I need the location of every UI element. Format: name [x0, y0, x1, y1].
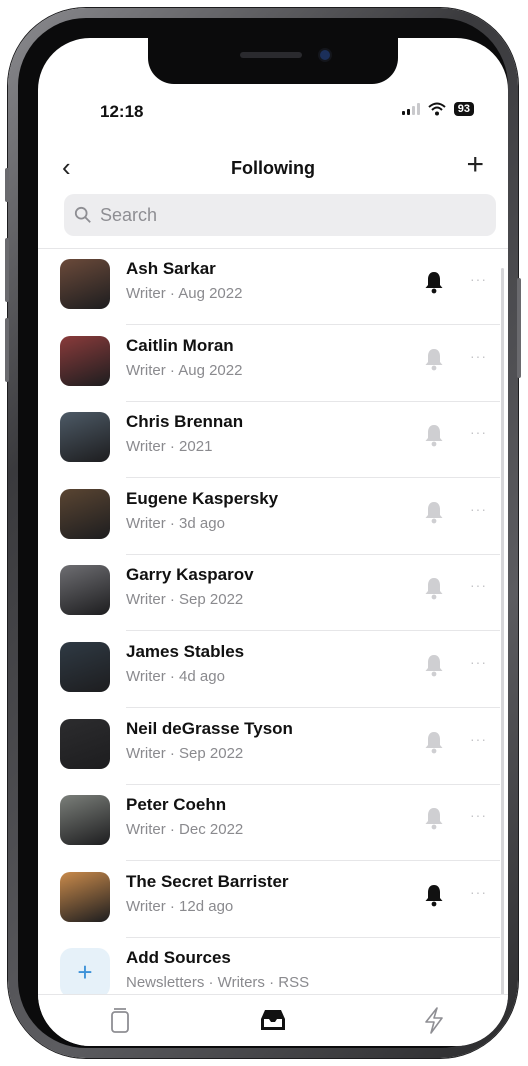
avatar: [60, 488, 110, 539]
bell-icon[interactable]: [422, 499, 446, 525]
add-sources-label: Add Sources: [126, 948, 231, 968]
avatar: [60, 565, 110, 616]
front-camera: [320, 50, 330, 60]
list-item[interactable]: James Stables Writer · 4d ago ···: [38, 632, 500, 708]
bolt-icon[interactable]: [414, 1005, 454, 1035]
writer-name: Peter Coehn: [126, 795, 227, 815]
writer-name: James Stables: [126, 642, 245, 661]
volume-down-button: [5, 318, 9, 382]
cellular-signal-icon: [401, 103, 420, 115]
search-icon: [74, 206, 91, 223]
bell-icon[interactable]: [422, 729, 446, 755]
status-icons: 93: [401, 102, 474, 116]
list-item[interactable]: The Secret Barrister Writer · 12d ago ··…: [38, 862, 500, 938]
avatar: [60, 871, 110, 922]
inbox-icon[interactable]: [253, 1005, 293, 1035]
scrollbar[interactable]: [501, 268, 504, 1008]
list-item[interactable]: Neil deGrasse Tyson Writer · Sep 2022 ··…: [38, 709, 500, 785]
bell-icon[interactable]: [422, 346, 446, 372]
more-icon[interactable]: ···: [470, 731, 487, 747]
bell-icon[interactable]: [422, 805, 446, 831]
writer-subtitle: Writer · Aug 2022: [126, 285, 243, 302]
writer-subtitle: Writer · 4d ago: [126, 668, 225, 685]
writer-name: Ash Sarkar: [126, 259, 216, 278]
avatar: [60, 718, 110, 769]
writer-name: Eugene Kaspersky: [126, 488, 279, 508]
avatar: [60, 335, 110, 386]
writer-subtitle: Writer · Dec 2022: [126, 821, 244, 839]
power-button: [517, 278, 521, 378]
add-icon: +: [60, 948, 110, 999]
writer-subtitle: Writer · Aug 2022: [126, 361, 243, 379]
library-icon[interactable]: [100, 1005, 140, 1035]
list-item[interactable]: Caitlin Moran Writer · Aug 2022 ···: [38, 326, 500, 402]
writer-subtitle: Writer · 2021: [126, 438, 213, 456]
avatar: [60, 795, 110, 846]
bell-icon[interactable]: [422, 269, 446, 295]
bell-icon[interactable]: [422, 422, 446, 448]
writer-name: Caitlin Moran: [126, 335, 234, 355]
tab-bar: [38, 994, 508, 1046]
writer-name: The Secret Barrister: [126, 871, 289, 891]
phone-frame: 12:18 93 ‹ Following + Ash: [5, 8, 521, 1058]
more-icon[interactable]: ···: [470, 884, 487, 900]
side-button: [5, 168, 9, 202]
writer-name: Garry Kasparov: [126, 565, 254, 585]
more-icon[interactable]: ···: [470, 348, 487, 364]
add-sources-subtitle: Newsletters · Writers · RSS: [126, 974, 310, 992]
list-item[interactable]: Peter Coehn Writer · Dec 2022 ···: [38, 785, 500, 862]
more-icon[interactable]: ···: [470, 807, 487, 823]
volume-up-button: [5, 238, 9, 302]
app-screen: 12:18 93 ‹ Following + Ash: [38, 38, 508, 1046]
avatar: [60, 259, 110, 309]
writer-subtitle: Writer · 12d ago: [126, 897, 234, 915]
more-icon[interactable]: ···: [470, 577, 487, 593]
following-list: Ash Sarkar Writer · Aug 2022 ··· Caitlin…: [38, 248, 508, 1019]
more-icon[interactable]: ···: [470, 501, 487, 517]
speaker-grille: [240, 52, 302, 58]
list-item[interactable]: Garry Kasparov Writer · Sep 2022 ···: [38, 555, 500, 632]
more-icon[interactable]: ···: [470, 271, 487, 287]
writer-subtitle: Writer · Sep 2022: [126, 744, 244, 762]
search-bar[interactable]: [64, 194, 496, 236]
battery-icon: 93: [453, 102, 474, 116]
nav-bar: ‹ Following +: [38, 148, 508, 186]
search-input[interactable]: [98, 203, 482, 227]
wifi-icon: [428, 102, 446, 116]
more-icon[interactable]: ···: [470, 424, 487, 440]
plus-icon[interactable]: +: [466, 148, 484, 182]
writer-subtitle: Writer · 3d ago: [126, 514, 225, 532]
writer-name: Chris Brennan: [126, 412, 244, 432]
notch: [148, 38, 398, 84]
avatar: [60, 642, 110, 692]
list-item[interactable]: Eugene Kaspersky Writer · 3d ago ···: [38, 479, 500, 555]
status-time: 12:18: [100, 102, 144, 121]
page-title: Following: [231, 158, 315, 178]
bell-icon[interactable]: [422, 575, 446, 601]
writer-subtitle: Writer · Sep 2022: [126, 591, 244, 609]
avatar: [60, 412, 110, 463]
more-icon[interactable]: ···: [470, 654, 487, 670]
writer-name: Neil deGrasse Tyson: [126, 718, 293, 738]
list-item[interactable]: Ash Sarkar Writer · Aug 2022 ···: [38, 249, 500, 325]
bell-icon[interactable]: [422, 652, 446, 678]
list-item[interactable]: Chris Brennan Writer · 2021 ···: [38, 402, 500, 479]
bell-icon[interactable]: [422, 882, 446, 908]
